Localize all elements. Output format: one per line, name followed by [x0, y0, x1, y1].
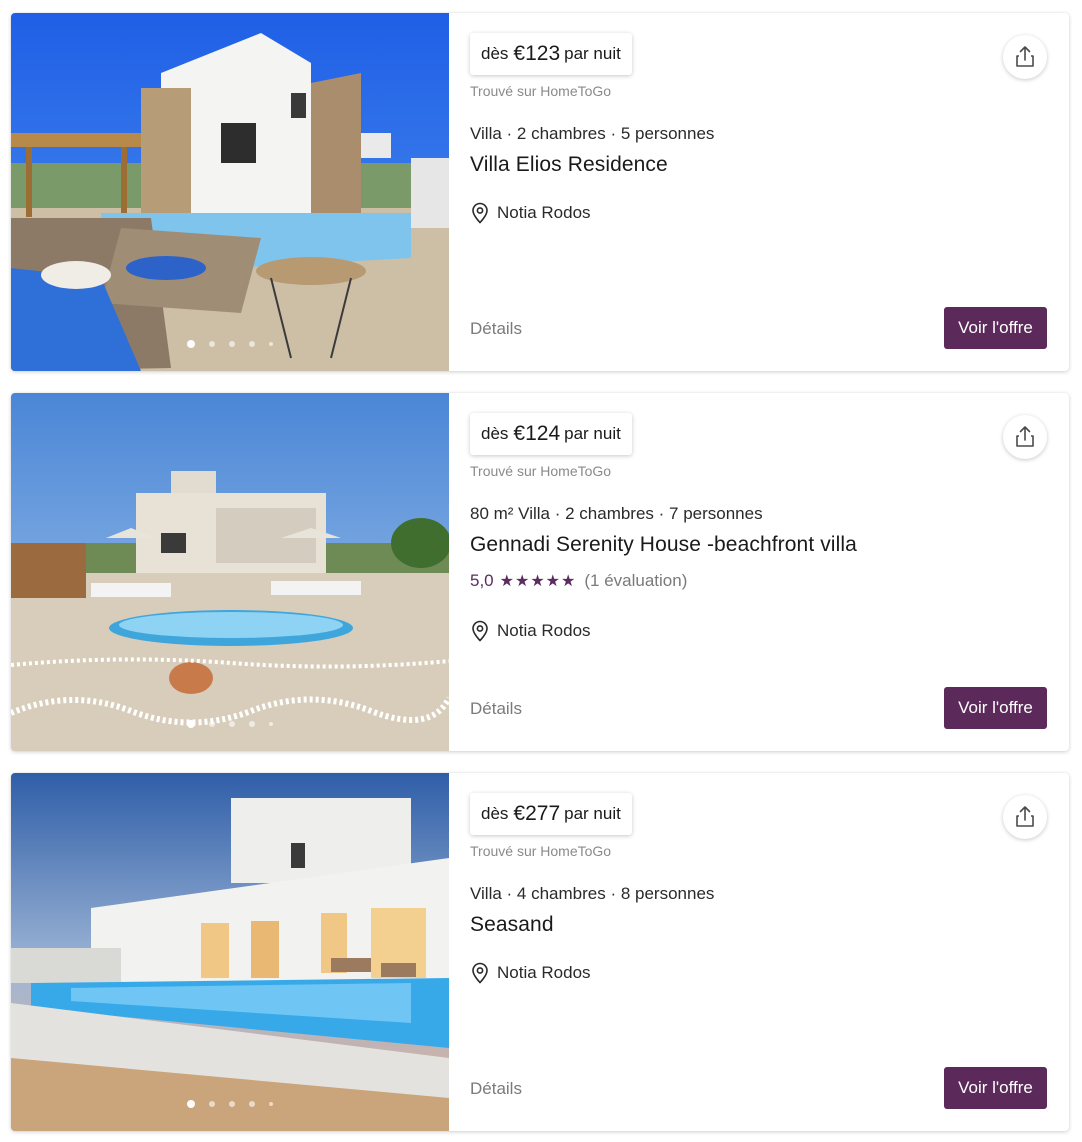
price-prefix: dès: [481, 804, 509, 823]
location-pin-icon: [472, 962, 488, 984]
listing-title[interactable]: Seasand: [470, 913, 554, 937]
listing-photo[interactable]: [11, 393, 449, 751]
share-icon: [1016, 806, 1034, 827]
rating-stars: ★★★★★: [499, 573, 577, 590]
price-amount: €277: [513, 802, 561, 825]
villa-photo-image: [11, 393, 449, 751]
price-suffix: par nuit: [564, 804, 621, 823]
share-button[interactable]: [1003, 795, 1047, 839]
listing-specs: Villa · 4 chambres · 8 personnes: [470, 884, 715, 903]
listing-rating: 5,0 ★★★★★ (1 évaluation): [470, 571, 687, 591]
details-link[interactable]: Détails: [470, 319, 522, 339]
listing-results: dès €123 par nuit Trouvé sur HomeToGo Vi…: [0, 0, 1082, 1142]
listing-specs: 80 m² Villa · 2 chambres · 7 personnes: [470, 504, 763, 523]
carousel-dot[interactable]: [249, 340, 255, 347]
price-suffix: par nuit: [564, 44, 621, 63]
location-label: Notia Rodos: [497, 203, 591, 222]
details-link[interactable]: Détails: [470, 1079, 522, 1099]
listing-info: dès €277 par nuit Trouvé sur HomeToGo Vi…: [470, 773, 1069, 1131]
listing-photo[interactable]: [11, 13, 449, 371]
price-prefix: dès: [481, 44, 509, 63]
carousel-dot[interactable]: [269, 341, 273, 346]
listing-location: Notia Rodos: [470, 620, 591, 642]
view-offer-button[interactable]: Voir l'offre: [944, 1067, 1047, 1109]
carousel-dot[interactable]: [269, 1101, 273, 1106]
listing-source: Trouvé sur HomeToGo: [470, 843, 612, 859]
carousel-dot[interactable]: [209, 340, 215, 347]
photo-carousel-dots: [11, 335, 449, 353]
location-label: Notia Rodos: [497, 963, 591, 982]
listing-card[interactable]: dès €124 par nuit Trouvé sur HomeToGo 80…: [11, 393, 1069, 751]
listing-specs: Villa · 2 chambres · 5 personnes: [470, 124, 715, 143]
listing-photo[interactable]: [11, 773, 449, 1131]
listing-card[interactable]: dès €277 par nuit Trouvé sur HomeToGo Vi…: [11, 773, 1069, 1131]
carousel-dot[interactable]: [209, 720, 215, 727]
price-suffix: par nuit: [564, 424, 621, 443]
listing-card[interactable]: dès €123 par nuit Trouvé sur HomeToGo Vi…: [11, 13, 1069, 371]
share-icon: [1016, 426, 1034, 447]
listing-title[interactable]: Gennadi Serenity House -beachfront villa: [470, 533, 857, 557]
share-button[interactable]: [1003, 415, 1047, 459]
listing-source: Trouvé sur HomeToGo: [470, 83, 612, 99]
carousel-dot[interactable]: [249, 720, 255, 727]
carousel-dot[interactable]: [229, 340, 235, 347]
price-amount: €123: [513, 42, 561, 65]
location-pin-icon: [472, 620, 488, 642]
carousel-dot[interactable]: [187, 719, 195, 728]
carousel-dot[interactable]: [209, 1100, 215, 1107]
price-badge: dès €124 par nuit: [470, 413, 632, 455]
photo-carousel-dots: [11, 715, 449, 733]
details-link[interactable]: Détails: [470, 699, 522, 719]
carousel-dot[interactable]: [187, 339, 195, 348]
listing-info: dès €123 par nuit Trouvé sur HomeToGo Vi…: [470, 13, 1069, 371]
listing-location: Notia Rodos: [470, 962, 591, 984]
rating-count: (1 évaluation): [584, 571, 688, 590]
price-prefix: dès: [481, 424, 509, 443]
villa-photo-image: [11, 13, 449, 371]
listing-location: Notia Rodos: [470, 202, 591, 224]
carousel-dot[interactable]: [249, 1100, 255, 1107]
carousel-dot[interactable]: [229, 720, 235, 727]
location-label: Notia Rodos: [497, 621, 591, 640]
rating-value: 5,0: [470, 571, 494, 590]
listing-source: Trouvé sur HomeToGo: [470, 463, 612, 479]
price-badge: dès €123 par nuit: [470, 33, 632, 75]
price-amount: €124: [513, 422, 561, 445]
listing-info: dès €124 par nuit Trouvé sur HomeToGo 80…: [470, 393, 1069, 751]
location-pin-icon: [472, 202, 488, 224]
carousel-dot[interactable]: [229, 1100, 235, 1107]
villa-photo-image: [11, 773, 449, 1131]
price-badge: dès €277 par nuit: [470, 793, 632, 835]
listing-title[interactable]: Villa Elios Residence: [470, 153, 668, 177]
photo-carousel-dots: [11, 1095, 449, 1113]
share-icon: [1016, 46, 1034, 67]
view-offer-button[interactable]: Voir l'offre: [944, 307, 1047, 349]
carousel-dot[interactable]: [187, 1099, 195, 1108]
carousel-dot[interactable]: [269, 721, 273, 726]
view-offer-button[interactable]: Voir l'offre: [944, 687, 1047, 729]
share-button[interactable]: [1003, 35, 1047, 79]
